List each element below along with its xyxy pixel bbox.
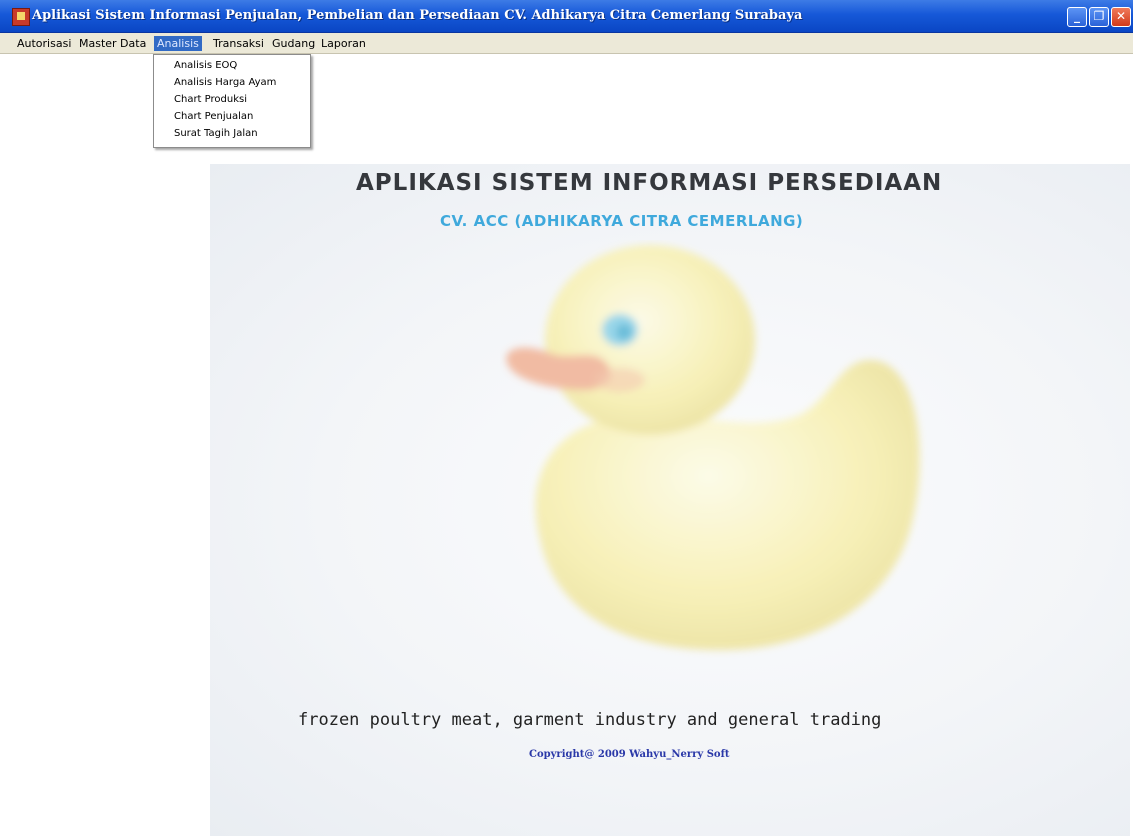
maximize-button[interactable]: ❐	[1089, 7, 1109, 27]
window-title: Aplikasi Sistem Informasi Penjualan, Pem…	[32, 8, 803, 23]
rubber-duck-image	[506, 245, 920, 650]
menu-item-chart-produksi[interactable]: Chart Produksi	[174, 94, 247, 105]
close-button[interactable]: ✕	[1111, 7, 1131, 27]
menu-master-data[interactable]: Master Data	[76, 36, 149, 51]
menu-item-surat-tagih-jalan[interactable]: Surat Tagih Jalan	[174, 128, 258, 139]
menu-item-chart-penjualan[interactable]: Chart Penjualan	[174, 111, 253, 122]
splash-tagline: frozen poultry meat, garment industry an…	[298, 710, 882, 730]
menu-item-analisis-harga-ayam[interactable]: Analisis Harga Ayam	[174, 77, 276, 88]
copyright-text: Copyright@ 2009 Wahyu_Nerry Soft	[529, 749, 730, 760]
title-bar[interactable]: Aplikasi Sistem Informasi Penjualan, Pem…	[0, 0, 1133, 33]
analisis-dropdown-menu: Analisis EOQ Analisis Harga Ayam Chart P…	[153, 54, 311, 148]
menu-bar: Autorisasi Master Data Analisis Transaks…	[0, 33, 1133, 54]
splash-heading: APLIKASI SISTEM INFORMASI PERSEDIAAN	[356, 170, 943, 196]
app-icon[interactable]	[12, 8, 30, 26]
menu-transaksi[interactable]: Transaksi	[210, 36, 267, 51]
menu-laporan[interactable]: Laporan	[318, 36, 369, 51]
minimize-button[interactable]: _	[1067, 7, 1087, 27]
menu-autorisasi[interactable]: Autorisasi	[14, 36, 74, 51]
splash-subheading: CV. ACC (ADHIKARYA CITRA CEMERLANG)	[440, 212, 804, 230]
menu-gudang[interactable]: Gudang	[269, 36, 318, 51]
menu-analisis[interactable]: Analisis	[154, 36, 202, 51]
menu-item-analisis-eoq[interactable]: Analisis EOQ	[174, 60, 237, 71]
